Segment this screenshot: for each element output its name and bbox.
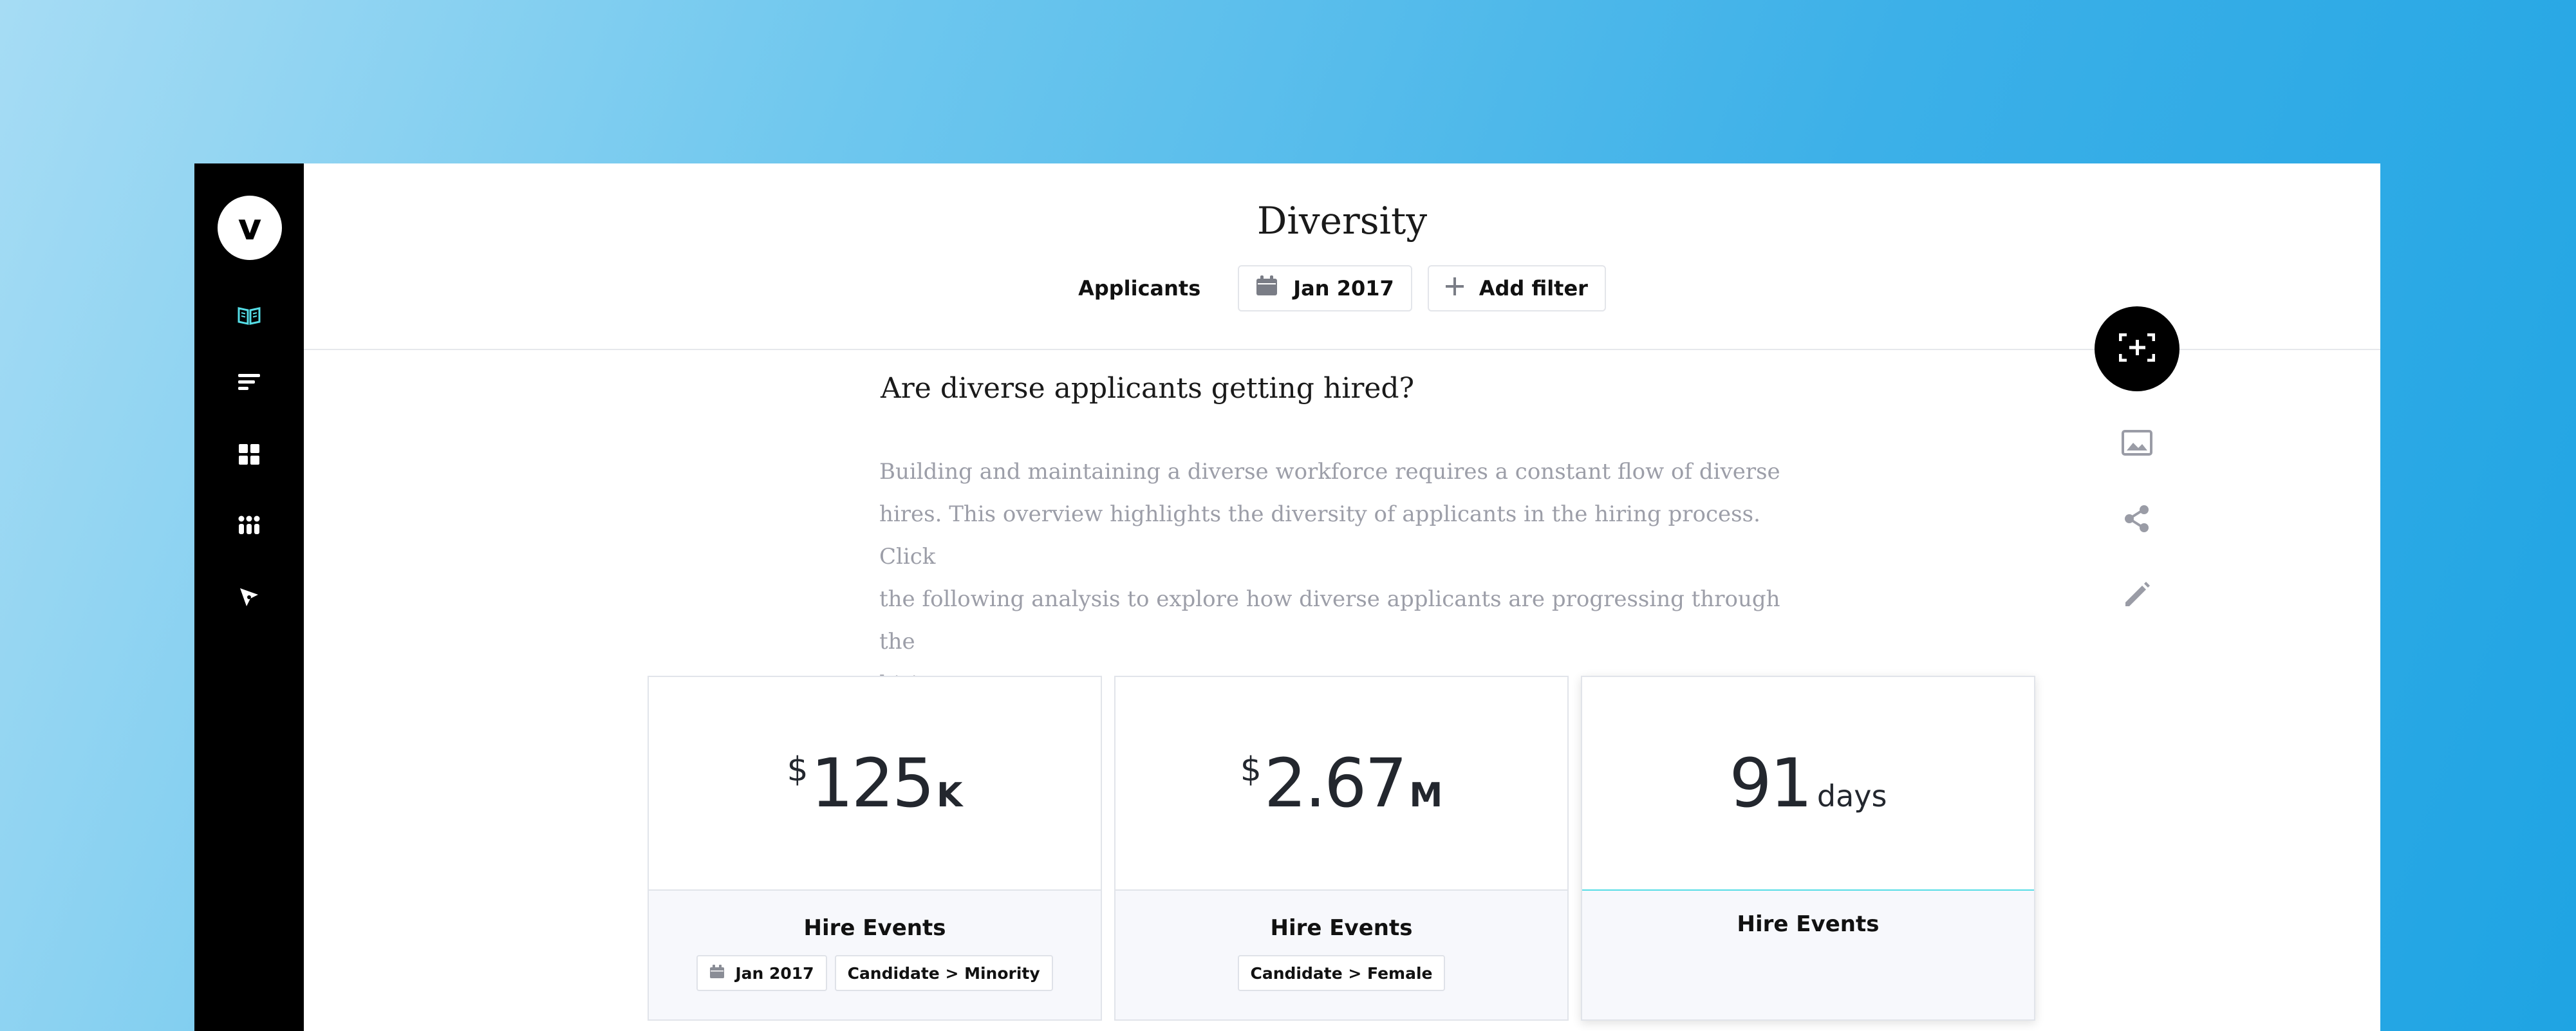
metric-number: 125 bbox=[810, 744, 935, 822]
metric-value: 91 days bbox=[1730, 744, 1887, 822]
edit-button[interactable] bbox=[2118, 577, 2156, 615]
share-icon bbox=[2123, 505, 2151, 535]
card-footer: Hire Events Candidate > Female bbox=[1115, 891, 1567, 1019]
metric-area: 91 days bbox=[1582, 677, 2034, 891]
page-title: Diversity bbox=[1256, 199, 1428, 243]
filter-label: Applicants bbox=[1078, 276, 1201, 301]
sidebar-item-list[interactable] bbox=[230, 364, 268, 403]
book-open-icon bbox=[238, 306, 261, 328]
card-filters: Jan 2017 Candidate > Minority bbox=[649, 955, 1101, 991]
description-line: the following analysis to explore how di… bbox=[879, 586, 1780, 655]
filter-chip-label: Candidate > Female bbox=[1250, 963, 1433, 983]
grid-icon bbox=[239, 444, 259, 467]
compass-icon bbox=[238, 586, 261, 611]
page-header: Diversity Applicants Jan 2017 Add filter bbox=[304, 163, 2380, 350]
card-filters: Candidate > Female bbox=[1115, 955, 1567, 991]
metric-prefix: $ bbox=[787, 750, 808, 789]
section-question: Are diverse applicants getting hired? bbox=[881, 372, 1415, 405]
sidebar-item-library[interactable] bbox=[230, 297, 268, 336]
description-line: Building and maintaining a diverse workf… bbox=[879, 459, 1780, 485]
image-icon bbox=[2122, 430, 2152, 458]
metric-card-selected[interactable]: 91 days Hire Events bbox=[1581, 676, 2035, 1021]
metric-number: 91 bbox=[1729, 744, 1813, 822]
card-title: Hire Events bbox=[803, 915, 946, 941]
metric-card[interactable]: $ 125 K Hire Events Jan 2017 Candidate >… bbox=[648, 676, 1102, 1021]
metric-prefix: $ bbox=[1240, 750, 1262, 789]
date-filter-chip[interactable]: Jan 2017 bbox=[1238, 265, 1412, 311]
description-line: hires. This overview highlights the dive… bbox=[879, 501, 1760, 570]
filter-chip-label: Jan 2017 bbox=[735, 963, 814, 983]
metric-unit: days bbox=[1816, 779, 1887, 813]
card-title: Hire Events bbox=[1270, 915, 1413, 941]
add-frame-button[interactable] bbox=[2095, 306, 2179, 391]
calendar-icon bbox=[1256, 275, 1278, 301]
add-filter-label: Add filter bbox=[1479, 276, 1588, 301]
filter-bar: Applicants Jan 2017 Add filter bbox=[304, 264, 2380, 313]
filter-chip[interactable]: Candidate > Minority bbox=[834, 955, 1053, 991]
section-description: Building and maintaining a diverse workf… bbox=[879, 450, 1813, 705]
add-frame-icon bbox=[2118, 333, 2156, 364]
sort-lines-icon bbox=[238, 373, 260, 395]
image-button[interactable] bbox=[2118, 425, 2156, 463]
sidebar-item-apps[interactable] bbox=[230, 507, 268, 546]
metric-area: $ 2.67 M bbox=[1115, 677, 1567, 891]
edit-pencil-icon bbox=[2123, 581, 2151, 611]
metric-number: 2.67 bbox=[1264, 744, 1408, 822]
filter-chip[interactable]: Candidate > Female bbox=[1237, 955, 1446, 991]
card-footer: Hire Events bbox=[1582, 891, 2034, 1019]
date-filter-label: Jan 2017 bbox=[1293, 276, 1394, 301]
add-filter-button[interactable]: Add filter bbox=[1427, 265, 1606, 311]
metric-unit: M bbox=[1409, 776, 1443, 815]
metric-value: $ 125 K bbox=[787, 744, 963, 822]
metric-unit: K bbox=[937, 776, 963, 815]
filter-chip-label: Candidate > Minority bbox=[847, 963, 1040, 983]
sidebar: v bbox=[194, 163, 304, 1031]
card-footer: Hire Events Jan 2017 Candidate > Minorit… bbox=[649, 891, 1101, 1019]
share-button[interactable] bbox=[2118, 501, 2156, 539]
sidebar-item-dashboards[interactable] bbox=[230, 436, 268, 475]
metric-card[interactable]: $ 2.67 M Hire Events Candidate > Female bbox=[1114, 676, 1569, 1021]
card-title: Hire Events bbox=[1737, 911, 1880, 937]
metric-value: $ 2.67 M bbox=[1240, 744, 1442, 822]
metric-area: $ 125 K bbox=[649, 677, 1101, 891]
apps-dots-icon bbox=[238, 516, 260, 537]
filter-chip[interactable]: Jan 2017 bbox=[696, 955, 827, 991]
plus-icon bbox=[1445, 276, 1464, 301]
calendar-icon bbox=[709, 964, 725, 983]
sidebar-item-explore[interactable] bbox=[230, 579, 268, 618]
app-logo[interactable]: v bbox=[218, 196, 282, 260]
